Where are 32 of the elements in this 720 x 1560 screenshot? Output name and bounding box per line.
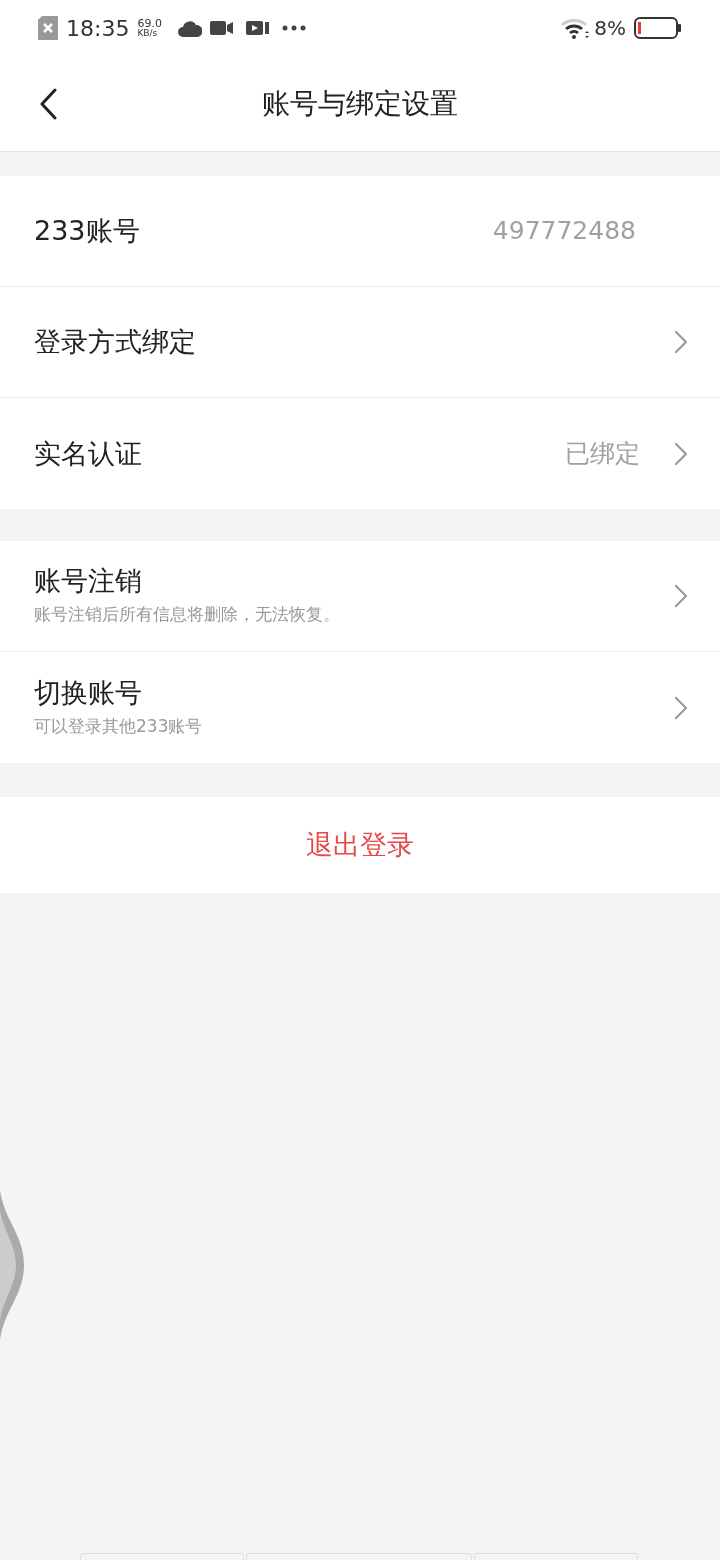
sim-card-icon	[38, 16, 58, 40]
row-label: 实名认证	[34, 436, 143, 471]
video-play-icon	[245, 20, 270, 36]
row-label: 登录方式绑定	[34, 325, 197, 359]
row-label: 账号注销	[34, 564, 143, 599]
speed-unit: KB/s	[137, 29, 159, 38]
clock: 18:35	[66, 14, 130, 43]
row-value: 已绑定	[565, 437, 640, 470]
wifi-icon	[560, 17, 591, 39]
cloud-icon	[177, 18, 202, 38]
row-label: 切换账号	[34, 675, 143, 710]
chevron-right-icon	[674, 441, 688, 466]
video-camera-icon	[209, 20, 234, 36]
settings-row[interactable]: 实名认证 已绑定	[0, 398, 720, 509]
row-subtitle: 账号注销后所有信息将删除，无法恢复。	[34, 603, 341, 627]
battery-percent: 8%	[594, 15, 626, 42]
chevron-right-icon	[674, 584, 688, 608]
row-label: 233账号	[34, 214, 141, 248]
network-speed: 69.0	[137, 18, 162, 29]
settings-row[interactable]: 登录方式绑定	[0, 287, 720, 398]
more-icon	[281, 25, 306, 31]
chevron-right-icon	[674, 695, 688, 720]
edge-handle-icon[interactable]	[0, 1190, 26, 1340]
battery-icon	[634, 17, 682, 39]
row-subtitle: 可以登录其他233账号	[34, 714, 204, 738]
settings-row[interactable]: 切换账号 可以登录其他233账号	[0, 652, 720, 763]
chevron-right-icon	[674, 330, 688, 354]
logout-button[interactable]: 退出登录	[0, 797, 720, 893]
page-title: 账号与绑定设置	[262, 85, 458, 122]
settings-row[interactable]: 账号注销 账号注销后所有信息将删除，无法恢复。	[0, 541, 720, 652]
back-icon	[39, 87, 57, 120]
row-value: 497772488	[492, 215, 636, 248]
